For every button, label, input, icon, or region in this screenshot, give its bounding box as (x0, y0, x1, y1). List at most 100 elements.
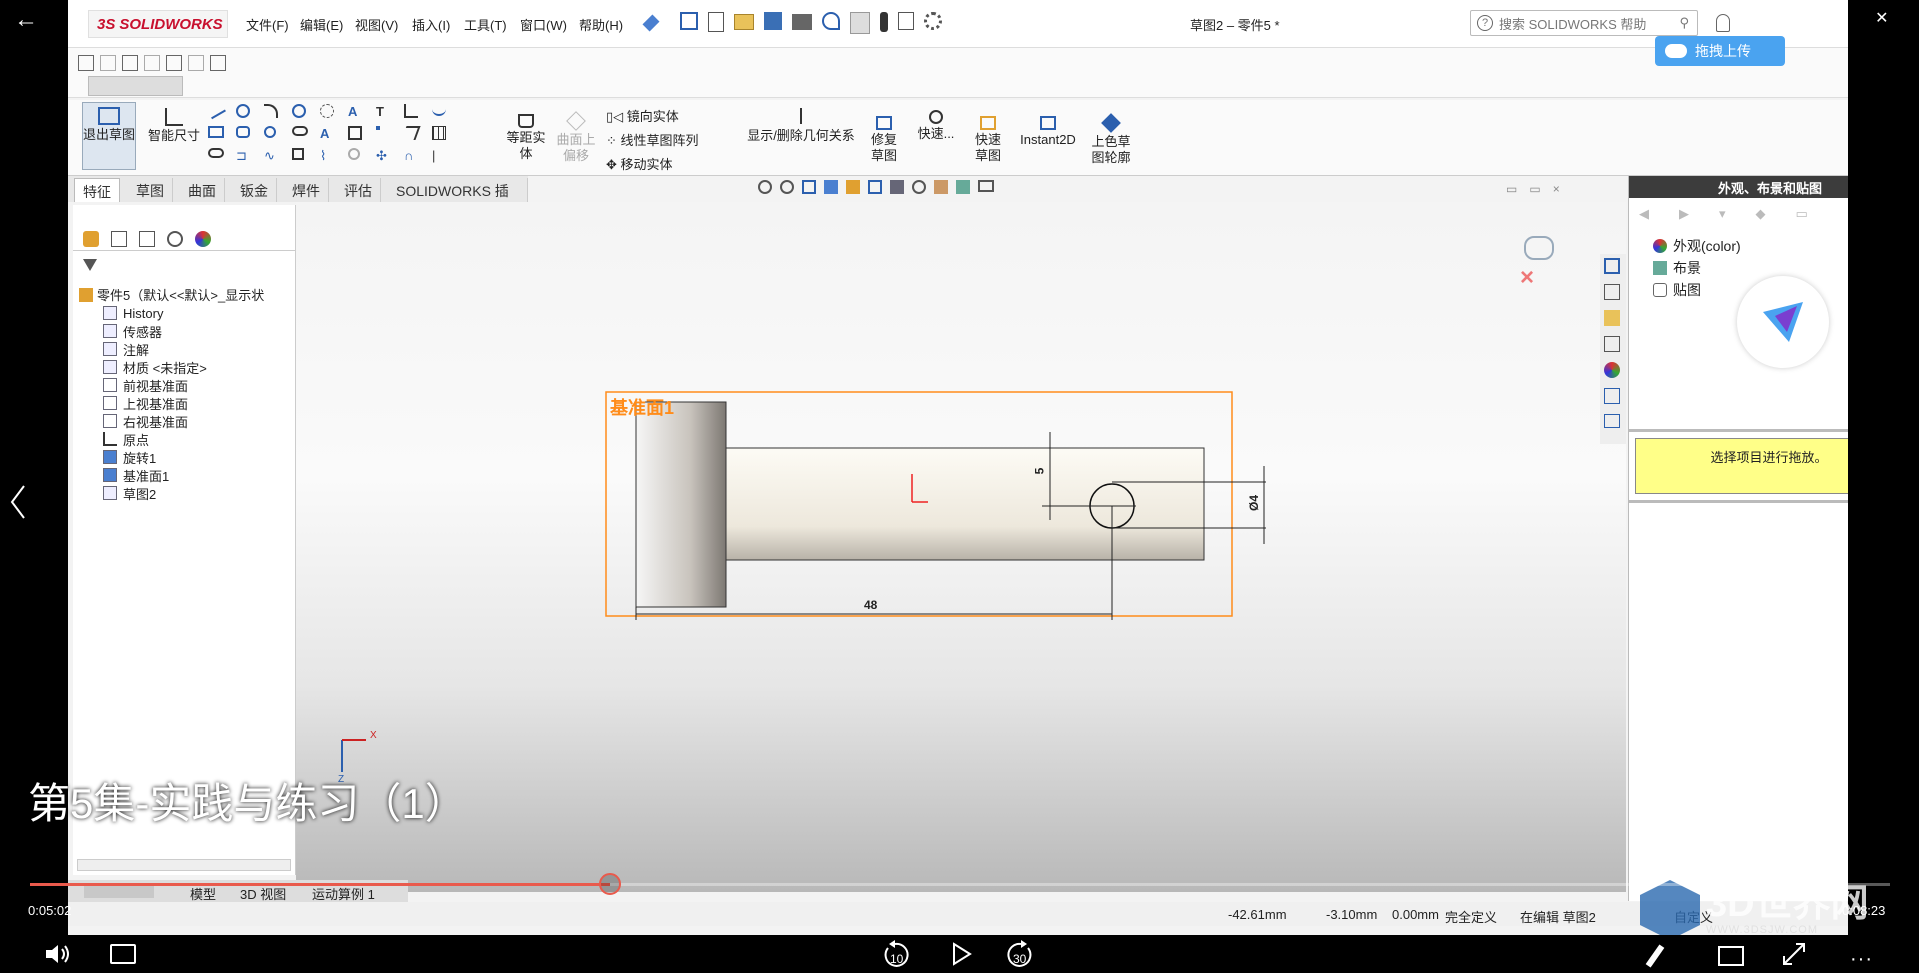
toolbar-small-icon[interactable] (122, 55, 138, 71)
dynamic-annotation-icon[interactable] (846, 180, 860, 194)
fullscreen-icon[interactable] (1782, 942, 1806, 966)
play-icon[interactable] (952, 942, 972, 966)
chamfer-icon[interactable] (376, 126, 380, 130)
tab-sketch[interactable]: 草图 (128, 178, 173, 202)
tab-weldments[interactable]: 焊件 (284, 178, 329, 202)
zoom-fit-icon[interactable] (758, 180, 772, 194)
tab-surface[interactable]: 曲面 (180, 178, 225, 202)
linear-pattern-button[interactable]: ⁘ 线性草图阵列 (606, 130, 699, 149)
tree-material[interactable]: 材质 <未指定> (103, 357, 207, 377)
grid-icon[interactable] (432, 126, 446, 140)
tree-root[interactable]: 零件5（默认<<默认>_显示状 (79, 285, 295, 304)
prev-arrow-icon[interactable] (8, 484, 28, 520)
fillet-icon[interactable] (348, 126, 362, 140)
resources-home-icon[interactable] (1604, 258, 1620, 274)
trim-icon[interactable]: T (376, 104, 404, 126)
mirror-icon[interactable]: ⊐ (236, 148, 264, 170)
undo-icon[interactable] (822, 12, 840, 30)
menu-help[interactable]: 帮助(H) (579, 15, 623, 34)
appearances-tab-icon[interactable] (1604, 362, 1620, 378)
rapid-sketch-button[interactable]: 快速草图 (966, 104, 1010, 164)
split-icon[interactable]: ✣ (376, 148, 404, 170)
tree-plane1[interactable]: 基准面1 (103, 465, 169, 485)
volume-icon[interactable] (44, 942, 72, 966)
tab-sheet-metal[interactable]: 钣金 (232, 178, 277, 202)
traffic-light-icon[interactable] (880, 12, 888, 32)
subtitles-icon[interactable] (110, 944, 136, 964)
hide-show-icon[interactable] (912, 180, 926, 194)
tree-right-plane[interactable]: 右视基准面 (103, 411, 188, 431)
section-view-icon[interactable] (824, 180, 838, 194)
move-entities-button[interactable]: ✥ 移动实体 (606, 154, 673, 173)
dimension-48[interactable]: 48 (864, 598, 877, 612)
menu-tools[interactable]: 工具(T) (464, 15, 507, 34)
bracket-icon[interactable]: | (432, 148, 460, 170)
save-icon[interactable] (764, 12, 782, 30)
surface-offset-button[interactable]: 曲面上偏移 (554, 104, 598, 164)
panel-horizontal-scrollbar[interactable] (77, 859, 291, 871)
user-icon[interactable] (1716, 14, 1730, 32)
toolbar-small-icon[interactable] (188, 55, 204, 71)
nurb-icon[interactable]: ∩ (404, 148, 432, 170)
decals-item[interactable]: 贴图 (1653, 280, 1701, 300)
ellipse-icon[interactable] (264, 126, 276, 138)
smart-dimension-button[interactable]: 智能尺寸 (146, 104, 202, 144)
confirm-corner-icon[interactable] (1524, 236, 1554, 260)
toolbar-small-icon[interactable] (144, 55, 160, 71)
tree-history[interactable]: History (103, 303, 163, 323)
tree-top-plane[interactable]: 上视基准面 (103, 393, 188, 413)
text-icon[interactable]: A (348, 104, 376, 126)
dim-xpert-icon[interactable] (167, 230, 183, 247)
tab-model[interactable]: 模型 (190, 884, 216, 903)
previous-view-icon[interactable] (802, 180, 816, 194)
appearances-item[interactable]: 外观(color) (1653, 236, 1741, 256)
back-icon[interactable]: ◀ (1639, 206, 1649, 222)
restore-doc-icon[interactable]: ▭ (1529, 182, 1540, 196)
tree-annotations[interactable]: 注解 (103, 339, 149, 359)
tree-revolve1[interactable]: 旋转1 (103, 447, 156, 467)
more-icon[interactable]: ··· (1850, 948, 1873, 971)
maximize-icon[interactable]: ▢ (1812, 8, 1827, 28)
feature-manager-icon[interactable] (83, 230, 99, 247)
forum-icon[interactable] (1604, 414, 1620, 428)
tree-front-plane[interactable]: 前视基准面 (103, 375, 188, 395)
open-icon[interactable] (734, 14, 754, 30)
offset-entities-button[interactable]: 等距实体 (504, 104, 548, 162)
line-icon[interactable] (206, 100, 226, 120)
offset-arc-icon[interactable] (432, 104, 446, 116)
edit-appearance-icon[interactable] (934, 180, 948, 194)
panel-divider[interactable] (1629, 500, 1848, 503)
options-list-icon[interactable] (898, 12, 914, 30)
display-style-icon[interactable] (890, 180, 904, 194)
file-explorer-icon[interactable] (1604, 310, 1620, 326)
slot-icon[interactable] (292, 126, 308, 136)
tree-sketch2[interactable]: 草图2 (103, 483, 156, 503)
config-manager-icon[interactable] (139, 230, 155, 247)
add-icon[interactable]: ◆ (1756, 206, 1766, 222)
property-manager-icon[interactable] (111, 230, 127, 247)
toolbar-small-icon[interactable] (210, 55, 226, 71)
rectangle-icon[interactable] (208, 126, 224, 138)
pip-icon[interactable] (1718, 946, 1744, 966)
cube-icon[interactable] (292, 148, 304, 160)
close-icon[interactable]: ✕ (1875, 8, 1888, 28)
tab-features[interactable]: 特征 (74, 178, 120, 202)
minimize-icon[interactable]: — (1748, 8, 1764, 28)
cancel-sketch-icon[interactable]: × (1520, 264, 1534, 292)
menu-edit[interactable]: 编辑(E) (300, 15, 343, 34)
exit-sketch-button[interactable]: 退出草图 (82, 102, 136, 170)
plane-sketch-icon[interactable]: A (320, 126, 348, 148)
upload-button[interactable]: 拖拽上传 (1655, 36, 1785, 66)
relations-button[interactable]: 显示/删除几何关系 (744, 104, 858, 144)
new-icon[interactable] (708, 12, 724, 32)
filter-icon[interactable] (83, 259, 97, 273)
print-icon[interactable] (792, 14, 812, 30)
tree-sensors[interactable]: 传感器 (103, 321, 162, 341)
point-icon[interactable] (320, 104, 334, 118)
apply-scene-icon[interactable] (956, 180, 970, 194)
arc-icon[interactable] (264, 104, 278, 118)
mirror-entities-button[interactable]: ▯◁ 镜向实体 (606, 106, 679, 125)
folder-icon[interactable]: ▭ (1796, 206, 1808, 222)
tab-3d-views[interactable]: 3D 视图 (240, 884, 286, 903)
search-icon[interactable]: ⚲ (1679, 15, 1689, 31)
